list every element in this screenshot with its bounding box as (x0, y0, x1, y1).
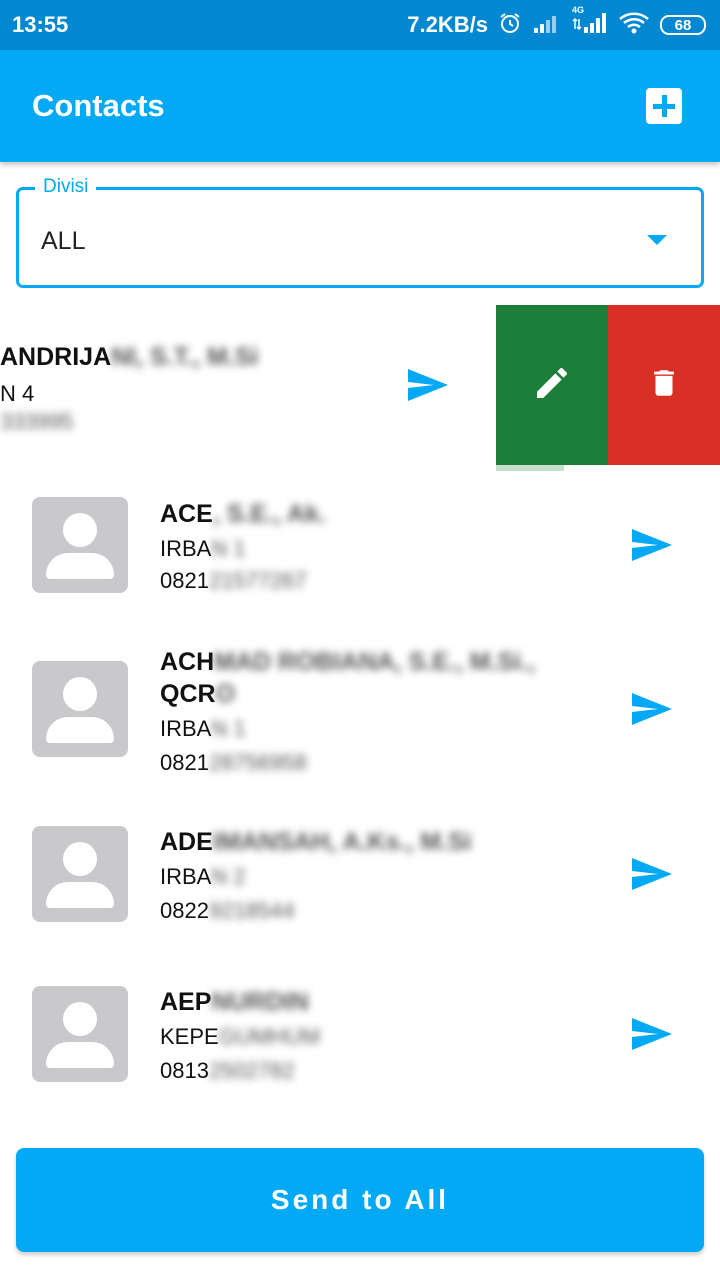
contact-division: KEPEGUMHUM (160, 1024, 320, 1050)
battery-indicator: 68 (660, 15, 706, 35)
contact-name-visible: AEP (160, 988, 212, 1016)
delete-contact-button[interactable] (608, 305, 720, 465)
contact-division-blurred: GUMHUM (218, 1024, 321, 1049)
contact-name-blurred: NI, S.T., M.Si (111, 343, 259, 371)
contact-phone: 333995 (0, 409, 73, 435)
division-value: ALL (41, 227, 86, 255)
contact-row[interactable]: ACHMAD ROBIANA, S.E., M.Si., QCRO IRBAN 1… (0, 630, 720, 800)
division-dropdown[interactable]: Divisi ALL (16, 176, 704, 288)
page-title: Contacts (32, 88, 165, 123)
contact-row[interactable]: AEPNURDIN KEPEGUMHUM 08132502782 (0, 960, 720, 1120)
contact-division-blurred: N 1 (211, 536, 246, 561)
contact-name: ACHMAD ROBIANA, S.E., M.Si., QCRO (160, 646, 580, 710)
send-icon[interactable] (630, 691, 674, 727)
contact-phone: 08132502782 (160, 1058, 295, 1084)
avatar (32, 826, 128, 922)
dropdown-arrow-icon (647, 235, 667, 245)
contact-phone-visible: 0822 (160, 898, 209, 923)
contact-name-visible: ACE (160, 500, 213, 528)
network-label: 4G (572, 4, 585, 15)
contact-name: AEPNURDIN (160, 986, 580, 1018)
contact-phone-visible: 0821 (160, 568, 209, 593)
contact-division-blurred: N 1 (211, 716, 246, 741)
contact-phone-blurred: 9218544 (208, 898, 295, 923)
send-icon[interactable] (630, 527, 674, 563)
contact-row[interactable]: ACE, S.E., Ak. IRBAN 1 082121577267 (0, 470, 720, 620)
contact-division: IRBAN 1 (160, 536, 246, 562)
contact-name-blurred: MAD ROBIANA, S.E., M.Si., (214, 648, 536, 676)
division-label: Divisi (35, 176, 97, 198)
contact-phone-blurred: 2502782 (208, 1058, 295, 1083)
contact-name-visible: ADE (160, 828, 213, 856)
contact-name-visible: ACH (160, 648, 215, 676)
contact-division: IRBAN 2 (160, 864, 246, 890)
app-bar: Contacts (0, 50, 720, 162)
signal-4g-icon: 4G (572, 5, 608, 40)
contact-division-visible: IRBA (160, 536, 212, 561)
signal-icon (532, 12, 562, 39)
status-time: 13:55 (12, 12, 69, 37)
pencil-icon (532, 363, 572, 408)
avatar (32, 986, 128, 1082)
contact-row-swiped[interactable]: ANDRIJANI, S.T., M.Si N 4 333995 (0, 305, 720, 471)
status-icons: 7.2KB/s 4G 68 (407, 5, 706, 40)
contact-division-blurred: N 2 (211, 864, 246, 889)
contact-name: ANDRIJANI, S.T., M.Si (0, 343, 258, 372)
alarm-icon (498, 11, 522, 40)
contact-name-blurred: , S.E., Ak. (212, 500, 326, 528)
contact-name-blurred: NURDIN (211, 988, 309, 1016)
send-icon[interactable] (630, 856, 674, 892)
status-bar: 13:55 7.2KB/s 4G 68 (0, 0, 720, 50)
contact-division-visible: IRBA (160, 864, 212, 889)
contact-phone-blurred: 21577267 (208, 568, 307, 593)
contact-division-visible: IRBA (160, 716, 212, 741)
contact-phone: 082121577267 (160, 568, 307, 594)
contact-division: N 4 (0, 381, 35, 406)
add-contact-button[interactable] (646, 88, 682, 124)
contact-name: ADEIMANSAH, A.Ks., M.Si (160, 826, 580, 858)
contact-name-line2-blurred: O (215, 680, 236, 708)
contact-name: ACE, S.E., Ak. (160, 498, 580, 530)
send-icon[interactable] (406, 367, 450, 403)
contact-phone: 082128756958 (160, 750, 307, 776)
contact-phone: 08229218544 (160, 898, 295, 924)
avatar (32, 497, 128, 593)
contact-name-visible: ANDRIJA (0, 343, 112, 371)
contact-phone-visible: 0821 (160, 750, 209, 775)
wifi-icon (618, 11, 650, 40)
contact-name-blurred: IMANSAH, A.Ks., M.Si (212, 828, 472, 856)
trash-icon (647, 363, 681, 408)
contact-phone-blurred: 28756958 (208, 750, 307, 775)
contact-phone-blurred: 333995 (0, 409, 74, 434)
contact-phone-visible: 0813 (160, 1058, 209, 1083)
avatar (32, 661, 128, 757)
network-speed: 7.2KB/s (407, 12, 488, 37)
send-to-all-button[interactable]: Send to All (16, 1148, 704, 1252)
edit-contact-button[interactable] (496, 305, 608, 465)
send-icon[interactable] (630, 1016, 674, 1052)
contact-name-line2-visible: QCR (160, 680, 216, 708)
contact-division-visible: KEPE (160, 1024, 219, 1049)
contact-division: IRBAN 1 (160, 716, 246, 742)
contact-row[interactable]: ADEIMANSAH, A.Ks., M.Si IRBAN 2 08229218… (0, 800, 720, 960)
